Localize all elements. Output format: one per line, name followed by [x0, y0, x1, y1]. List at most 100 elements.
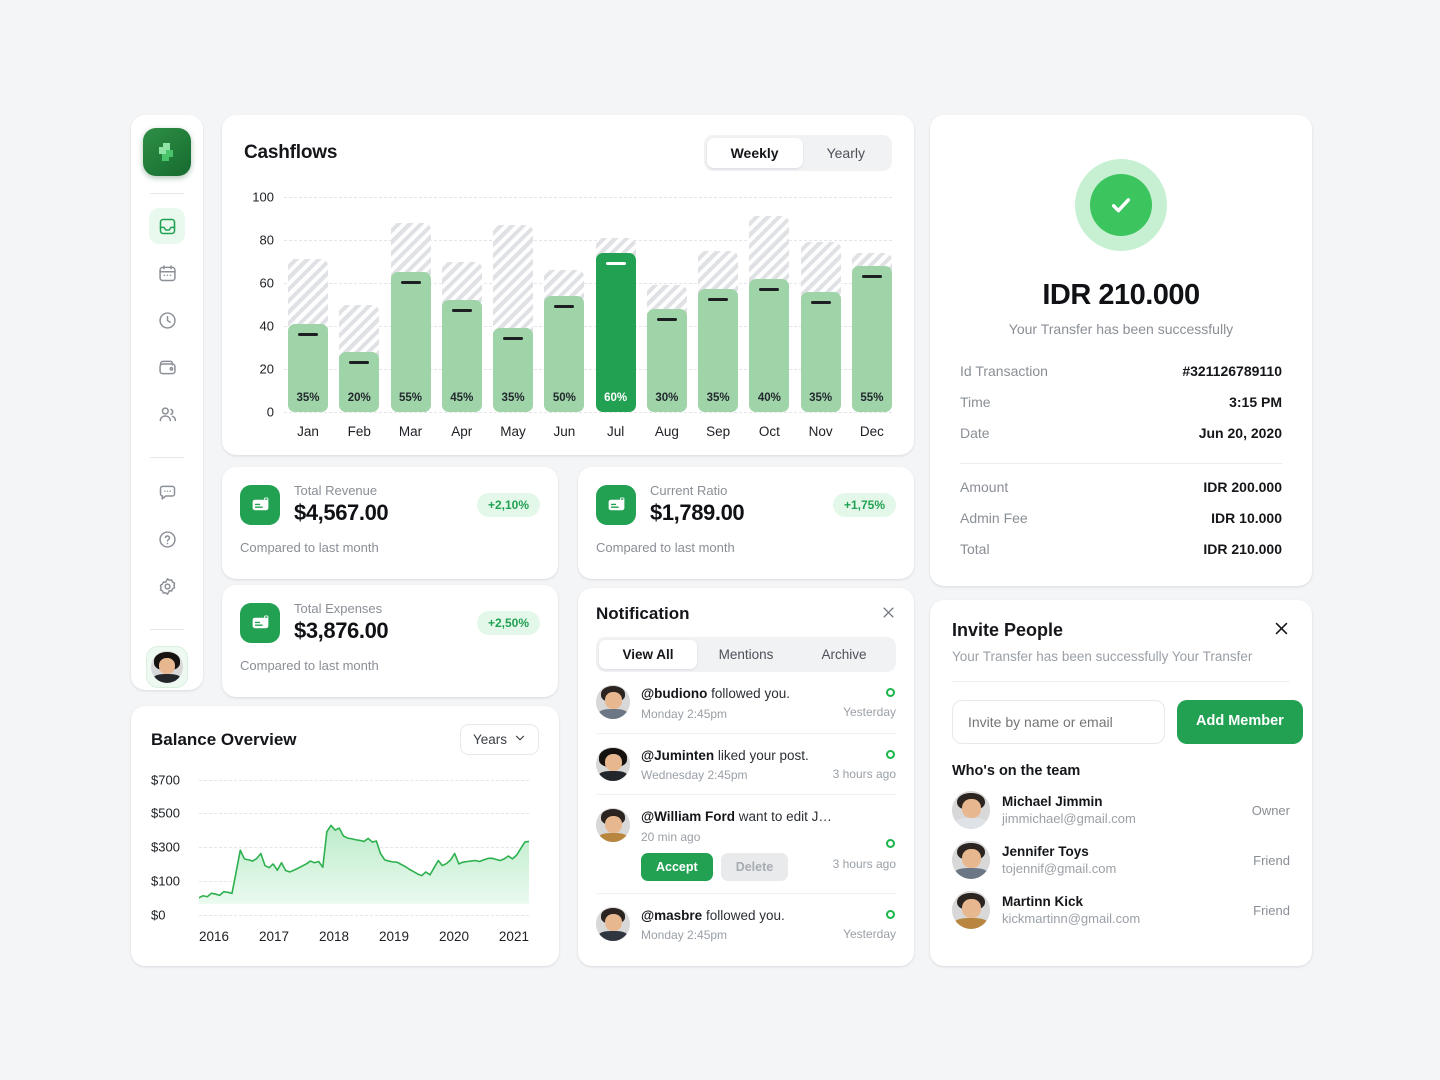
bar-label: 30% — [655, 392, 679, 404]
range-segmented-control[interactable]: Weekly Yearly — [703, 135, 892, 171]
detail-row-total: Total IDR 210.000 — [960, 541, 1282, 557]
close-icon[interactable] — [881, 605, 896, 623]
sidebar-item-help[interactable] — [149, 521, 185, 557]
bar-value: 20% — [339, 351, 380, 412]
y-axis-tick: $700 — [151, 772, 180, 788]
tab-view-all[interactable]: View All — [599, 640, 697, 669]
notification-actions: Accept Delete — [641, 852, 834, 881]
balance-title: Balance Overview — [151, 729, 297, 749]
detail-value: 3:15 PM — [1229, 394, 1282, 410]
x-axis-tick: Oct — [758, 424, 780, 439]
invite-input[interactable] — [952, 700, 1165, 744]
y-axis-tick: $300 — [151, 839, 180, 855]
notification-text: @budiono followed you. — [641, 686, 790, 701]
range-option-weekly[interactable]: Weekly — [706, 138, 803, 168]
sidebar-item-inbox[interactable] — [149, 208, 185, 244]
bar-column[interactable]: 55% — [851, 197, 892, 412]
status-badge: +2,10% — [476, 492, 540, 517]
tab-archive[interactable]: Archive — [795, 640, 893, 669]
team-member-row[interactable]: Jennifer Toys tojennif@gmail.com Friend — [952, 841, 1290, 879]
close-icon[interactable] — [1273, 620, 1290, 640]
range-option-yearly[interactable]: Yearly — [803, 138, 889, 168]
notification-item[interactable]: @William Ford want to edit James... 20 mi… — [596, 795, 896, 894]
detail-key: Date — [960, 425, 990, 441]
x-axis-tick: Aug — [654, 424, 679, 439]
unread-indicator — [886, 909, 895, 919]
member-email: jimmichael@gmail.com — [1002, 811, 1136, 826]
bar-column[interactable]: 55% — [390, 197, 431, 412]
bar-label: 35% — [706, 392, 730, 404]
bar-column[interactable]: 30% — [646, 197, 687, 412]
notification-item[interactable]: @masbre followed you. Monday 2:45pm Yester… — [596, 894, 896, 955]
notification-text: @Juminten liked your post. — [641, 747, 809, 763]
bar-label: 20% — [347, 392, 371, 404]
team-member-row[interactable]: Michael Jimmin jimmichael@gmail.com Owner — [952, 791, 1290, 829]
bar-marker — [861, 274, 882, 278]
bar-marker — [759, 287, 780, 291]
sidebar-divider-bottom — [150, 629, 184, 630]
accept-button[interactable]: Accept — [641, 852, 713, 881]
avatar — [596, 746, 630, 781]
detail-key: Time — [960, 394, 991, 410]
years-dropdown[interactable]: Years — [459, 724, 539, 755]
x-axis-tick: Jan — [297, 424, 319, 439]
y-axis-tick: $0 — [151, 907, 166, 923]
avatar — [952, 841, 990, 879]
status-badge: +1,75% — [832, 492, 896, 517]
detail-row-id-transaction: Id Transaction #321126789110 — [960, 363, 1282, 379]
sidebar-item-chat[interactable] — [149, 474, 185, 510]
detail-row-amount: Amount IDR 200.000 — [960, 479, 1282, 495]
page-title: Cashflows — [244, 142, 338, 163]
notification-tabs[interactable]: View All Mentions Archive — [596, 637, 896, 672]
sidebar-item-wallet[interactable] — [149, 349, 185, 385]
bar-column[interactable]: 35% — [698, 197, 739, 412]
member-role: Friend — [1253, 902, 1290, 918]
detail-row-admin-fee: Admin Fee IDR 10.000 — [960, 510, 1282, 526]
sidebar-item-calendar[interactable] — [149, 255, 185, 291]
bar-label: 40% — [757, 392, 781, 404]
bar-column[interactable]: 35% — [493, 197, 534, 412]
delete-button[interactable]: Delete — [720, 852, 789, 881]
tab-mentions[interactable]: Mentions — [697, 640, 795, 669]
x-axis-tick: Jul — [606, 424, 625, 439]
notification-item[interactable]: @Juminten liked your post. Wednesday 2:45… — [596, 734, 896, 796]
chevron-down-icon — [514, 732, 526, 747]
sidebar-item-clock[interactable] — [149, 302, 185, 338]
x-axis-tick: Apr — [451, 424, 473, 439]
bar-column[interactable]: 35% — [288, 197, 328, 412]
sidebar-item-users[interactable] — [149, 396, 185, 432]
bar-label: 50% — [552, 392, 576, 404]
bar-column[interactable]: 50% — [544, 197, 585, 412]
x-axis-tick: 2018 — [318, 929, 350, 944]
sidebar-item-settings[interactable] — [149, 568, 185, 604]
stat-label: Total Expenses — [294, 601, 383, 616]
team-member-row[interactable]: Martinn Kick kickmartinn@gmail.com Friend — [952, 891, 1290, 929]
stat-card-total-expenses: Total Expenses $3,876.00 +2,50% Compared… — [222, 585, 558, 697]
detail-row-time: Time 3:15 PM — [960, 394, 1282, 410]
notification-item[interactable]: @budiono followed you. Monday 2:45pm Yeste… — [596, 672, 896, 734]
bar-label: 55% — [399, 392, 423, 404]
stat-value: $1,789.00 — [650, 500, 745, 525]
add-member-button[interactable]: Add Member — [1177, 700, 1303, 744]
member-role: Friend — [1253, 852, 1290, 868]
bar-column[interactable]: 35% — [800, 197, 841, 412]
bar-column[interactable]: 45% — [441, 197, 482, 412]
bar-value: 35% — [698, 289, 739, 412]
bar-column[interactable]: 40% — [749, 197, 790, 412]
avatar[interactable] — [146, 646, 188, 688]
team-member-list: Michael Jimmin jimmichael@gmail.com Owner J… — [952, 791, 1290, 929]
bar-marker — [400, 281, 421, 285]
bar-column[interactable]: 60% — [595, 197, 636, 412]
member-info: Michael Jimmin jimmichael@gmail.com — [1002, 794, 1240, 826]
notification-title: Notification — [596, 604, 690, 623]
member-email: tojennif@gmail.com — [1002, 861, 1117, 876]
bar-column[interactable]: 20% — [339, 197, 380, 412]
app-logo-icon[interactable] — [143, 128, 191, 176]
balance-overview-card: Balance Overview Years $0 $100 $300 $500 $70… — [131, 706, 559, 966]
y-axis-tick: 0 — [266, 404, 274, 420]
notification-when: Yesterday — [843, 926, 896, 941]
check-circle-icon — [1075, 159, 1167, 251]
stat-card-current-ratio: Current Ratio $1,789.00 +1,75% Compared … — [578, 467, 914, 579]
team-heading: Who's on the team — [952, 763, 1081, 779]
bar-marker — [656, 317, 677, 321]
